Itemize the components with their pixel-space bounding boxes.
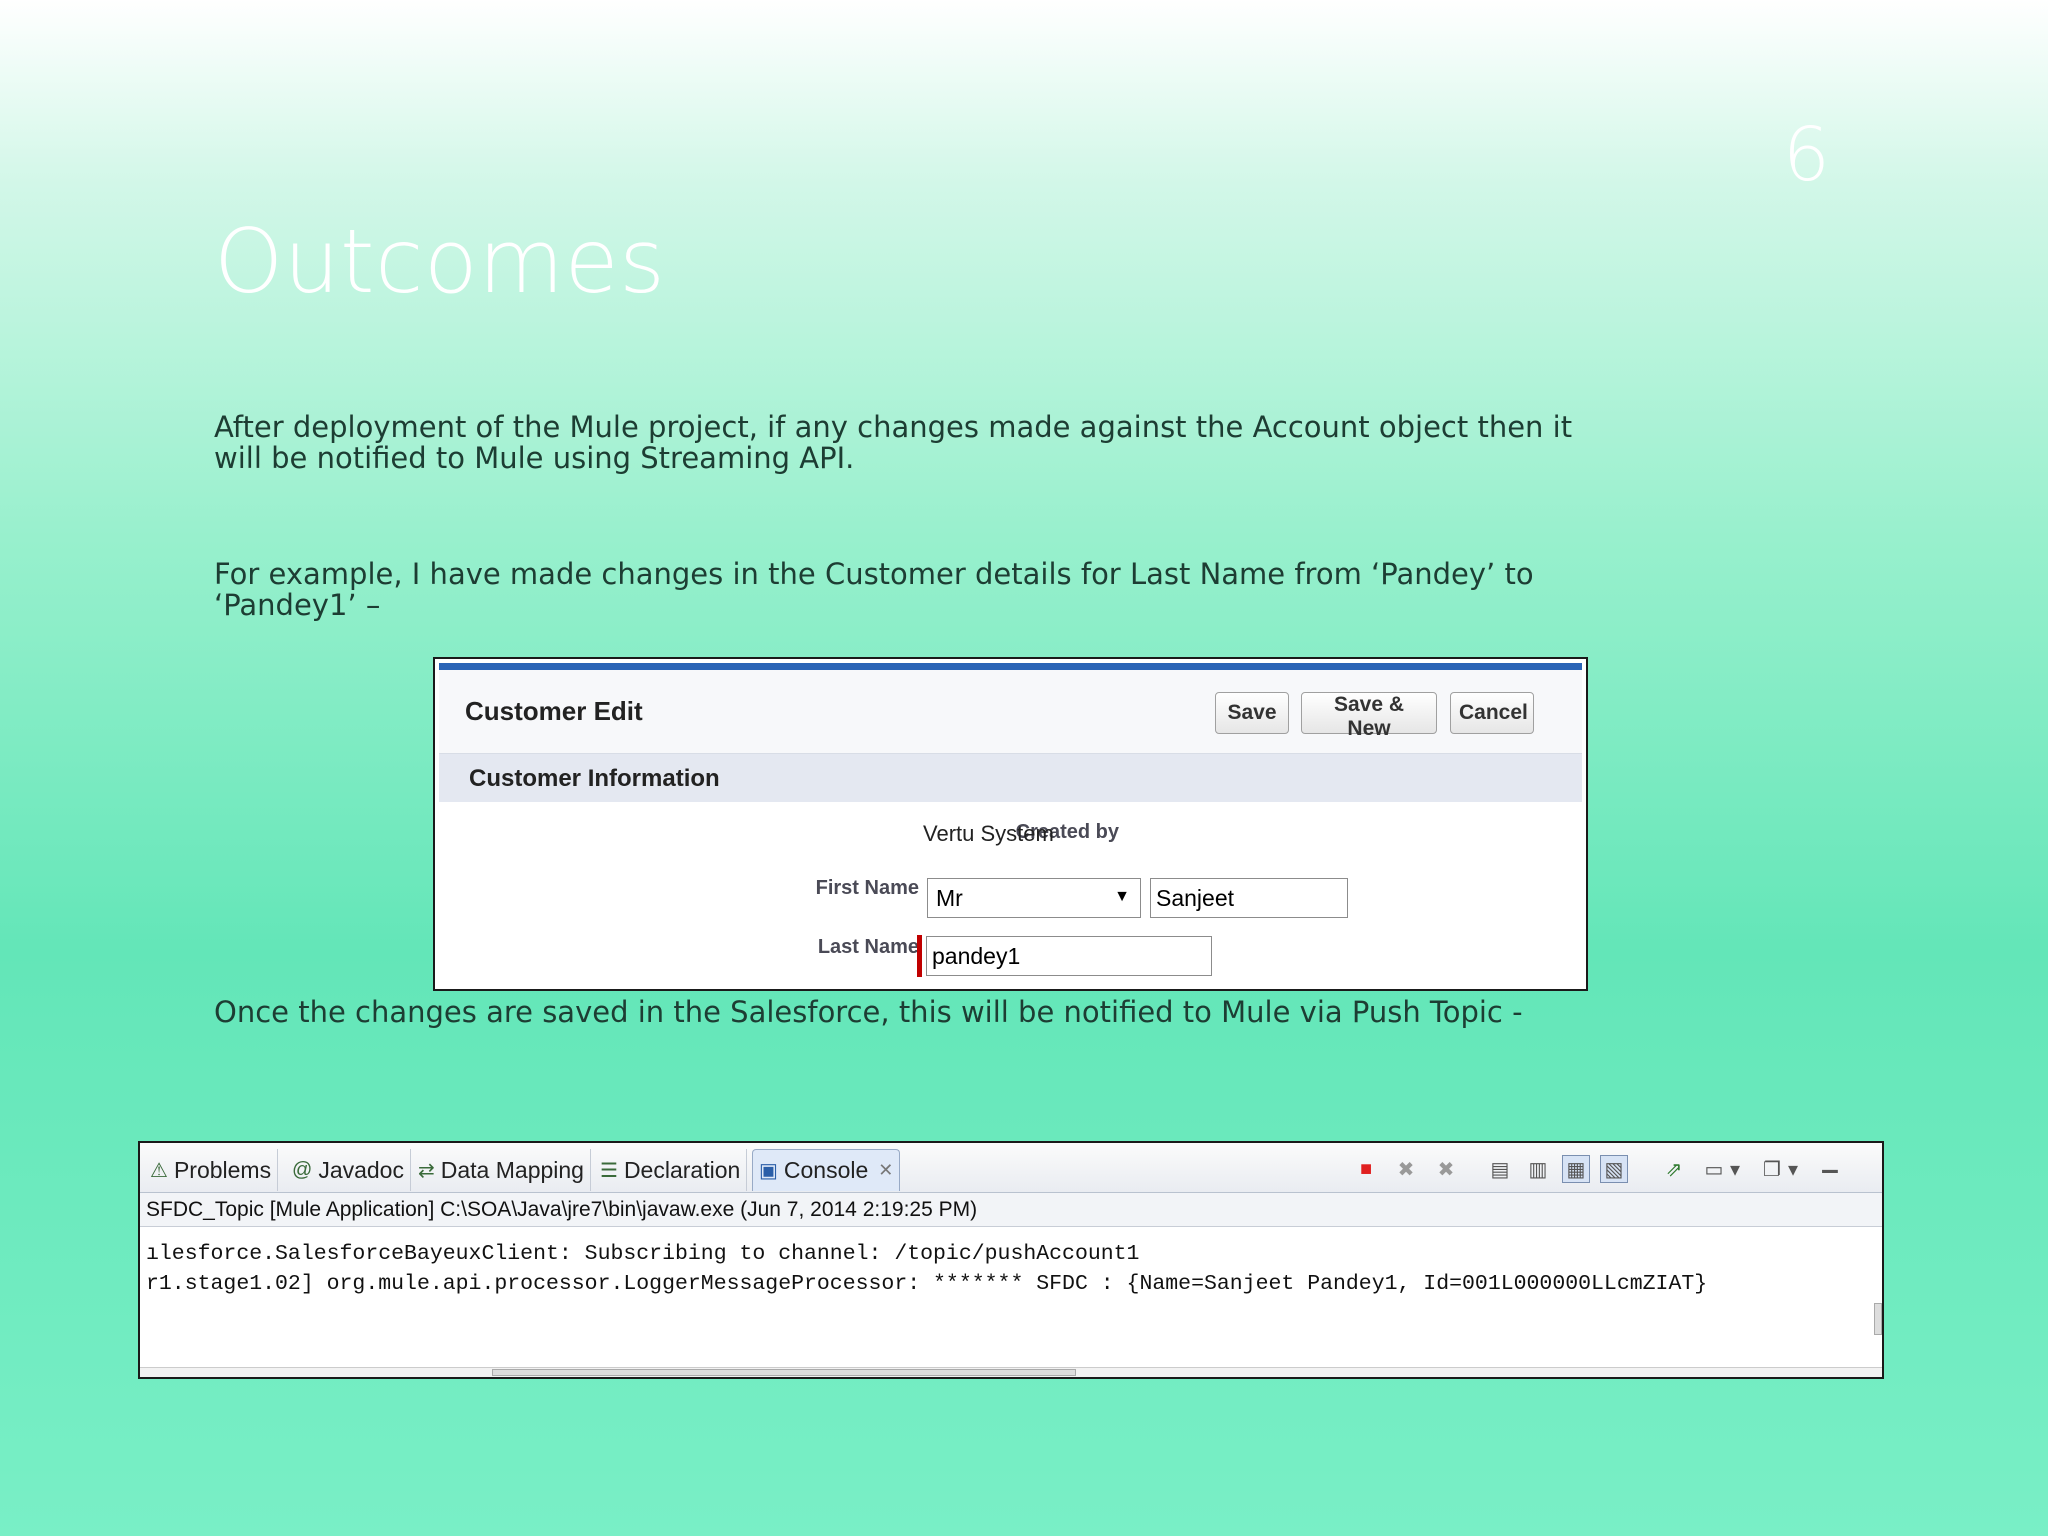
remove-all-terminated-icon[interactable]: ✖ <box>1432 1155 1460 1183</box>
tab-label: Console <box>783 1157 869 1183</box>
required-field-indicator <box>917 935 922 977</box>
remove-launch-icon[interactable]: ✖ <box>1392 1155 1420 1183</box>
panel-accent-bar <box>439 663 1582 670</box>
close-icon[interactable]: ✕ <box>878 1160 893 1181</box>
pin-console-icon[interactable]: ⇗ <box>1660 1155 1688 1183</box>
clear-console-icon[interactable]: ▤ <box>1486 1155 1514 1183</box>
scroll-lock-icon[interactable]: ▥ <box>1524 1155 1552 1183</box>
open-console-icon[interactable]: ❐ <box>1758 1155 1786 1183</box>
first-name-input[interactable] <box>1150 878 1348 918</box>
display-selected-console-icon[interactable]: ▭ <box>1700 1155 1728 1183</box>
created-by-value-text: Vertu System <box>923 821 1054 846</box>
paragraph-deployment: After deployment of the Mule project, if… <box>214 410 1573 475</box>
customer-edit-panel: Customer Edit Save Save & New Cancel Cus… <box>433 657 1588 991</box>
chevron-down-icon[interactable]: ▾ <box>1728 1155 1742 1183</box>
paragraph-push-topic: Once the changes are saved in the Salesf… <box>214 995 1523 1029</box>
console-output[interactable]: ılesforce.SalesforceBayeuxClient: Subscr… <box>140 1227 1882 1337</box>
chevron-down-icon[interactable]: ▾ <box>1786 1155 1800 1183</box>
tab-data-mapping[interactable]: ⇄ Data Mapping <box>412 1149 591 1191</box>
tab-label: Javadoc <box>318 1156 404 1183</box>
javadoc-icon: @ <box>292 1158 313 1181</box>
last-name-input[interactable] <box>926 936 1212 976</box>
customer-information-section: Customer Information <box>439 754 1582 802</box>
tab-problems[interactable]: ⚠ Problems <box>144 1149 279 1191</box>
salutation-value: Mr <box>936 885 963 911</box>
console-icon: ▣ <box>759 1160 778 1182</box>
dropdown-arrow-icon: ▼ <box>1114 888 1130 905</box>
console-line: r1.stage1.02] org.mule.api.processor.Log… <box>146 1272 1708 1296</box>
customer-edit-title: Customer Edit <box>465 696 643 726</box>
paragraph-example: For example, I have made changes in the … <box>214 557 1534 622</box>
horizontal-scrollbar[interactable] <box>140 1367 1882 1377</box>
last-name-label: Last Name <box>817 936 919 958</box>
vertical-scrollbar[interactable] <box>1874 1303 1882 1335</box>
console-line: ılesforce.SalesforceBayeuxClient: Subscr… <box>146 1242 1140 1266</box>
tab-declaration[interactable]: ☰ Declaration <box>594 1149 748 1191</box>
tab-label: Problems <box>173 1156 272 1183</box>
cancel-button[interactable]: Cancel <box>1450 692 1534 734</box>
first-name-label: First Name <box>815 877 919 899</box>
slide-number: 6 <box>1782 112 1830 198</box>
declaration-icon: ☰ <box>600 1159 618 1182</box>
salutation-select[interactable]: Mr ▼ <box>927 878 1141 918</box>
save-button[interactable]: Save <box>1215 692 1289 734</box>
console-panel: ⚠ Problems @ Javadoc ⇄ Data Mapping ☰ De… <box>138 1141 1884 1379</box>
tab-console[interactable]: ▣ Console ✕ <box>752 1149 901 1191</box>
slide-title: Outcomes <box>214 210 666 313</box>
scrollbar-thumb[interactable] <box>492 1369 1076 1376</box>
tab-label: Data Mapping <box>440 1156 584 1183</box>
tab-javadoc[interactable]: @ Javadoc <box>286 1149 411 1191</box>
tab-label: Declaration <box>623 1156 741 1183</box>
show-console-on-output-icon[interactable]: ▦ <box>1562 1155 1590 1183</box>
problems-icon: ⚠ <box>150 1159 168 1182</box>
console-tab-bar: ⚠ Problems @ Javadoc ⇄ Data Mapping ☰ De… <box>140 1143 1882 1193</box>
minimize-icon[interactable]: ▁ <box>1816 1147 1844 1175</box>
section-title: Customer Information <box>469 765 720 792</box>
customer-edit-header: Customer Edit Save Save & New Cancel <box>439 670 1582 754</box>
process-path: SFDC_Topic [Mule Application] C:\SOA\Jav… <box>140 1193 1882 1227</box>
save-and-new-button[interactable]: Save & New <box>1301 692 1437 740</box>
data-mapping-icon: ⇄ <box>418 1159 435 1182</box>
terminate-icon[interactable]: ■ <box>1352 1155 1380 1183</box>
show-console-on-error-icon[interactable]: ▧ <box>1600 1155 1628 1183</box>
